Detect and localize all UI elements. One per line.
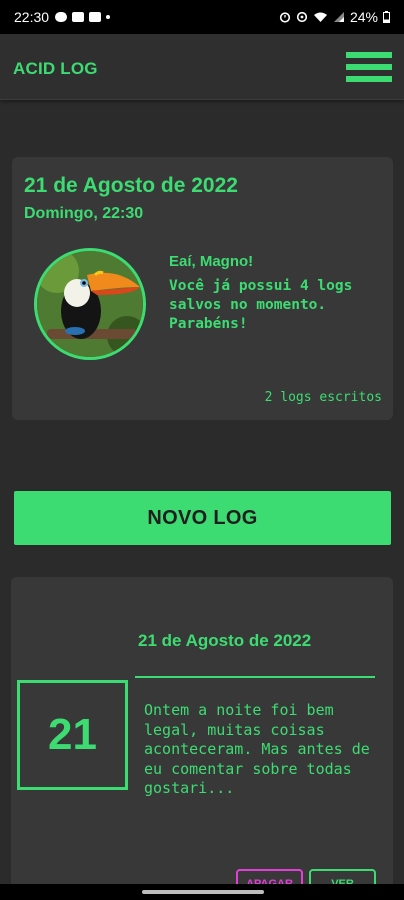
- new-log-button[interactable]: NOVO LOG: [14, 491, 391, 545]
- log-entry-divider: [135, 676, 375, 678]
- battery-percent: 24%: [349, 9, 378, 25]
- battery-icon: [383, 11, 390, 23]
- wifi-icon: [313, 12, 327, 22]
- alarm-icon: [279, 12, 291, 23]
- log-entry-day-box: 21: [17, 680, 128, 790]
- toucan-avatar: [34, 248, 146, 360]
- current-weekday-time: Domingo, 22:30: [24, 205, 144, 222]
- log-entry-day: 21: [48, 710, 97, 759]
- system-nav-bar: [0, 884, 404, 900]
- current-date: 21 de Agosto de 2022: [24, 174, 238, 197]
- news-icon: [89, 12, 102, 22]
- notification-dot-icon: [106, 15, 111, 19]
- status-time: 22:30: [14, 9, 50, 25]
- signal-icon: [333, 12, 344, 22]
- home-gesture-handle[interactable]: [142, 890, 264, 894]
- app-title: ACID LOG: [13, 59, 98, 78]
- saved-logs-message: Você já possui 4 logs salvos no momento.…: [169, 278, 353, 332]
- profile-card: 21 de Agosto de 2022 Domingo, 22:30 Eaí,…: [12, 157, 393, 420]
- app-bar: ACID LOG: [0, 34, 404, 100]
- status-bar: 22:30 24%: [0, 0, 404, 34]
- image-icon: [72, 12, 85, 22]
- greeting-text: Eaí, Magno!: [169, 253, 254, 270]
- log-entry-excerpt: Ontem a noite foi bem legal, muitas cois…: [144, 701, 370, 797]
- cloud-icon: [55, 12, 68, 22]
- log-entry-date: 21 de Agosto de 2022: [138, 631, 312, 650]
- hamburger-menu-icon[interactable]: [346, 51, 392, 85]
- sync-icon: [296, 11, 308, 23]
- log-entry-card[interactable]: 21 de Agosto de 2022 21 Ontem a noite fo…: [11, 577, 393, 900]
- written-logs-count: 2 logs escritos: [264, 390, 382, 405]
